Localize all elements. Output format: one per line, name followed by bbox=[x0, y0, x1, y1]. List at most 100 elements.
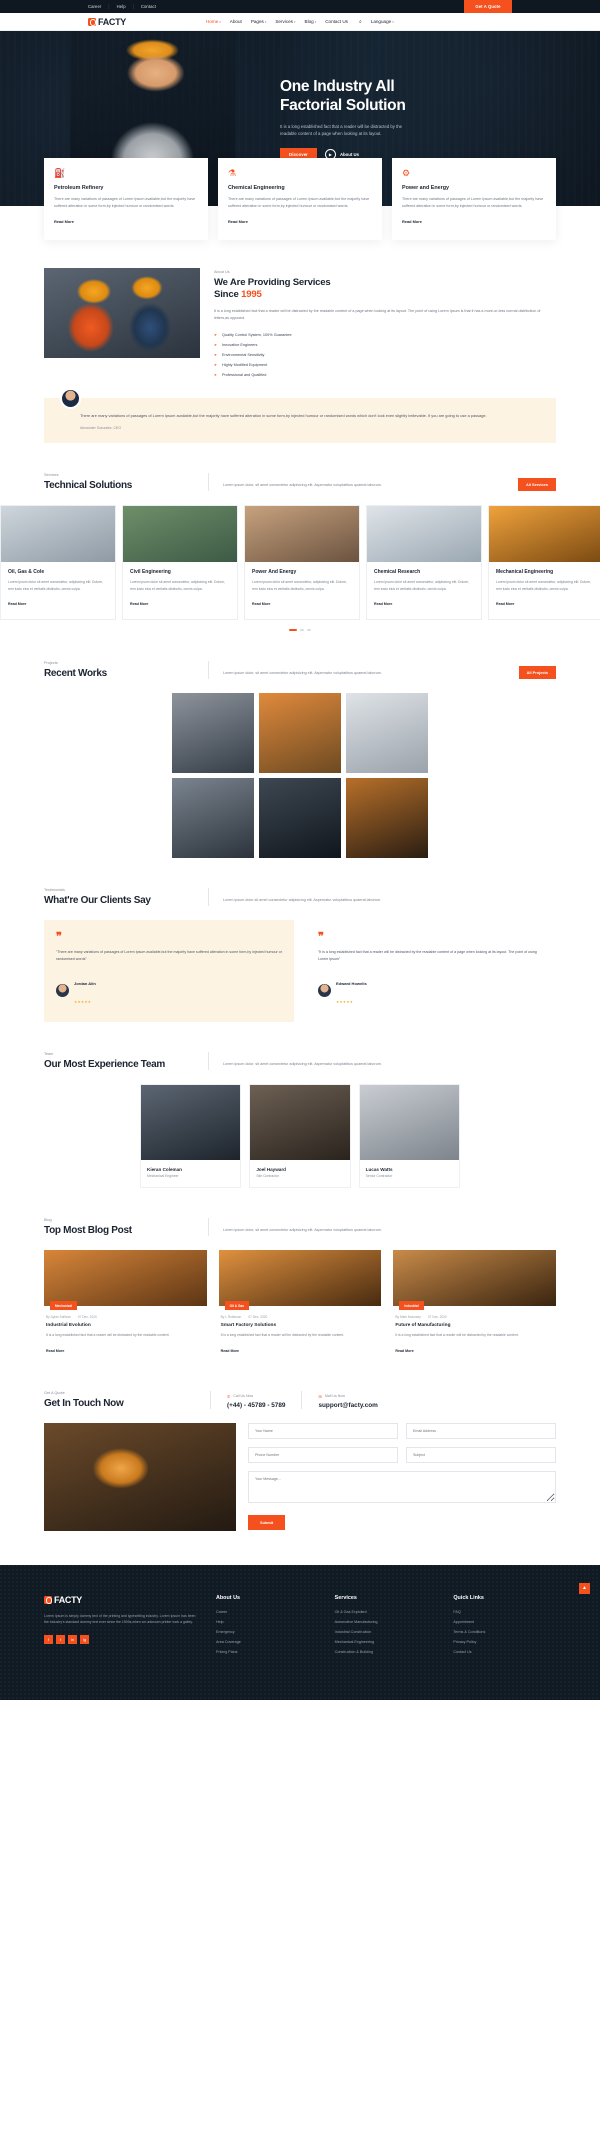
blog-category-badge[interactable]: Oil & Gas bbox=[224, 1301, 250, 1311]
footer-link[interactable]: Emergency bbox=[216, 1630, 319, 1634]
service-card[interactable]: Oil, Gas & Cole Lorem ipsum dolor sit am… bbox=[0, 505, 116, 620]
feature-read-more-link[interactable]: Read More bbox=[228, 219, 248, 224]
blog-category-badge[interactable]: Industrial bbox=[399, 1301, 424, 1311]
blog-read-more-link[interactable]: Read More bbox=[46, 1349, 64, 1353]
contact-phone-block[interactable]: ✆ Call Us Now (+44) - 45789 - 5789 bbox=[227, 1394, 285, 1409]
phone-field[interactable] bbox=[248, 1446, 398, 1463]
about-kicker: About Us bbox=[214, 269, 230, 274]
all-services-button[interactable]: All Services bbox=[517, 478, 556, 492]
get-a-quote-button[interactable]: Get A Quote bbox=[464, 0, 512, 13]
testimonial-author: Edward Howells bbox=[336, 981, 367, 987]
blog-read-more-link[interactable]: Read More bbox=[395, 1349, 413, 1353]
service-card[interactable]: Mechanical Engineering Lorem ipsum dolor… bbox=[488, 505, 600, 620]
feature-read-more-link[interactable]: Read More bbox=[54, 219, 74, 224]
footer-link[interactable]: Career bbox=[216, 1610, 319, 1614]
services-carousel[interactable]: Oil, Gas & Cole Lorem ipsum dolor sit am… bbox=[0, 505, 600, 620]
service-card-title: Civil Engineering bbox=[130, 569, 171, 576]
footer-link[interactable]: Mechanical Engineering bbox=[335, 1640, 438, 1644]
projects-section-header: Projects Recent Works Lorem ipsum dolor,… bbox=[44, 661, 556, 680]
topbar-link-career[interactable]: Career bbox=[88, 4, 101, 9]
project-tile[interactable] bbox=[259, 778, 341, 859]
blog-category-badge[interactable]: Mechanical bbox=[50, 1301, 78, 1311]
about-list-item: Environmental Sensitivity bbox=[214, 350, 556, 360]
linkedin-icon[interactable]: in bbox=[68, 1635, 77, 1645]
footer-logo[interactable]: FACTY bbox=[44, 1595, 200, 1605]
feature-read-more-link[interactable]: Read More bbox=[402, 219, 422, 224]
facebook-icon[interactable]: f bbox=[44, 1635, 53, 1645]
footer-link[interactable]: FAQ bbox=[453, 1610, 556, 1614]
service-read-more-link[interactable]: Read More bbox=[374, 602, 392, 606]
footer-link[interactable]: Privacy Policy bbox=[453, 1640, 556, 1644]
footer-link[interactable]: Construction & Building bbox=[335, 1650, 438, 1654]
arrow-up-icon[interactable]: ▲ bbox=[579, 1582, 590, 1594]
contact-phone-value[interactable]: (+44) - 45789 - 5789 bbox=[227, 1402, 285, 1409]
nav-item-pages[interactable]: Pages▾ bbox=[251, 19, 267, 24]
project-tile[interactable] bbox=[172, 778, 254, 859]
carousel-dot[interactable] bbox=[307, 628, 311, 632]
footer-link[interactable]: Oil & Gas Exploited bbox=[335, 1610, 438, 1614]
project-tile[interactable] bbox=[172, 693, 254, 774]
email-field[interactable] bbox=[406, 1422, 556, 1439]
testimonial-cards: ❞ "There are many variations of passages… bbox=[44, 920, 556, 1023]
project-tile[interactable] bbox=[346, 778, 428, 859]
name-field[interactable] bbox=[248, 1422, 398, 1439]
carousel-dot[interactable] bbox=[300, 628, 304, 632]
service-card-title: Oil, Gas & Cole bbox=[8, 569, 45, 576]
all-projects-button[interactable]: All Projects bbox=[518, 666, 556, 680]
service-card-body: Oil, Gas & Cole Lorem ipsum dolor sit am… bbox=[1, 562, 115, 619]
blog-card[interactable]: Industrial By Mark Mounsey 07 Dec, 2020 … bbox=[393, 1250, 557, 1357]
team-member-card[interactable]: Kieran Coleman Mechanical Engineer bbox=[140, 1084, 242, 1189]
service-card[interactable]: Chemical Research Lorem ipsum dolor sit … bbox=[366, 505, 482, 620]
instagram-icon[interactable]: ig bbox=[80, 1635, 89, 1645]
footer-link[interactable]: Help bbox=[216, 1620, 319, 1624]
service-card[interactable]: Civil Engineering Lorem ipsum dolor sit … bbox=[122, 505, 238, 620]
site-logo[interactable]: FACTY bbox=[88, 17, 126, 27]
feature-card[interactable]: ⚗ Chemical Engineering There are many va… bbox=[218, 158, 382, 240]
nav-item-contact-us[interactable]: Contact Us bbox=[325, 19, 348, 24]
topbar-link-contact[interactable]: Contact bbox=[141, 4, 156, 9]
subject-field[interactable] bbox=[406, 1446, 556, 1463]
service-card[interactable]: Power And Energy Lorem ipsum dolor sit a… bbox=[244, 505, 360, 620]
blog-card-body: By L Robinson 07 Dec, 2020 Smart Factory… bbox=[219, 1306, 382, 1356]
services-title: Technical Solutions bbox=[44, 480, 133, 492]
nav-item-about[interactable]: About bbox=[230, 19, 242, 24]
projects-description: Lorem ipsum dolor, sit amet consectetur … bbox=[223, 671, 382, 676]
carousel-dot-active[interactable] bbox=[289, 628, 297, 632]
nav-item-language[interactable]: Language▾ bbox=[371, 19, 394, 24]
footer-link[interactable]: Pricing Plans bbox=[216, 1650, 319, 1654]
blog-card[interactable]: Mechanical By Dylan Sullivan 07 Dec, 202… bbox=[44, 1250, 207, 1357]
avatar bbox=[60, 388, 81, 410]
footer-link[interactable]: Terms & Conditions bbox=[453, 1630, 556, 1634]
footer-link[interactable]: Area Coverage bbox=[216, 1640, 319, 1644]
blog-section-header: Blog Top Most Blog Post Lorem ipsum dolo… bbox=[44, 1218, 556, 1237]
nav-item-services[interactable]: Services▾ bbox=[275, 19, 295, 24]
footer-link[interactable]: Automotive Manufacturing bbox=[335, 1620, 438, 1624]
team-member-card[interactable]: Joel Hayward Site Contractor bbox=[249, 1084, 351, 1189]
project-tile[interactable] bbox=[346, 693, 428, 774]
contact-mail-block[interactable]: ✉ Mail Us Now support@facty.com bbox=[318, 1394, 377, 1409]
submit-button[interactable]: Submit bbox=[248, 1514, 286, 1530]
carousel-dots[interactable] bbox=[0, 628, 600, 632]
footer-link[interactable]: Industrial Construction bbox=[335, 1630, 438, 1634]
team-member-card[interactable]: Lucas Watts Senior Contractor bbox=[358, 1084, 460, 1189]
message-field[interactable] bbox=[248, 1470, 556, 1503]
service-read-more-link[interactable]: Read More bbox=[252, 602, 270, 606]
search-icon[interactable]: ⌕ bbox=[359, 19, 362, 25]
nav-item-home[interactable]: Home▾ bbox=[206, 19, 221, 24]
footer-link[interactable]: Contact Us bbox=[453, 1650, 556, 1654]
logo-mark-icon bbox=[88, 17, 97, 26]
twitter-icon[interactable]: t bbox=[56, 1635, 65, 1645]
service-read-more-link[interactable]: Read More bbox=[130, 602, 148, 606]
footer-link[interactable]: Appointment bbox=[453, 1620, 556, 1624]
contact-mail-value[interactable]: support@facty.com bbox=[318, 1402, 377, 1409]
service-read-more-link[interactable]: Read More bbox=[8, 602, 26, 606]
feature-card[interactable]: ⛽ Petroleum Refinery There are many vari… bbox=[44, 158, 208, 240]
nav-item-blog[interactable]: Blog▾ bbox=[305, 19, 317, 24]
blog-card[interactable]: Oil & Gas By L Robinson 07 Dec, 2020 Sma… bbox=[218, 1250, 382, 1357]
service-read-more-link[interactable]: Read More bbox=[496, 602, 514, 606]
feature-card[interactable]: ⚙ Power and Energy There are many variat… bbox=[392, 158, 556, 240]
blog-read-more-link[interactable]: Read More bbox=[221, 1349, 239, 1353]
feature-card-title: Chemical Engineering bbox=[228, 185, 285, 191]
project-tile[interactable] bbox=[259, 693, 341, 774]
topbar-link-help[interactable]: Help bbox=[117, 4, 126, 9]
